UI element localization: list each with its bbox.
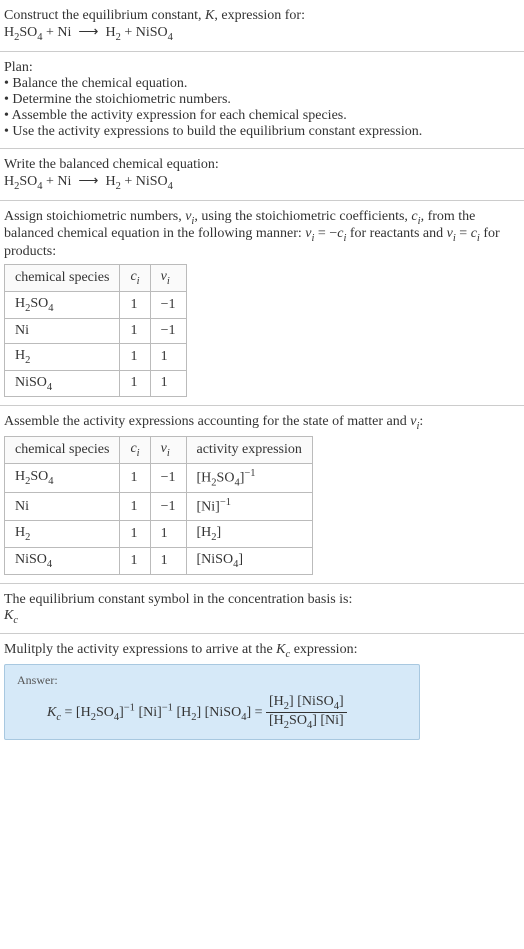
- cell-species: H2SO4: [5, 463, 120, 492]
- kc-symbol: Kc: [4, 608, 520, 626]
- col-nui: νi: [150, 265, 186, 292]
- intro-equation: H2SO4 + Ni ⟶ H2 + NiSO4: [4, 24, 520, 43]
- cell-species: H2: [5, 521, 120, 548]
- cell-c: 1: [120, 493, 150, 521]
- plan-bullet-4: • Use the activity expressions to build …: [4, 124, 520, 140]
- symbol-section: The equilibrium constant symbol in the c…: [0, 584, 524, 635]
- col-expr: activity expression: [186, 437, 312, 464]
- table-header-row: chemical species ci νi activity expressi…: [5, 437, 313, 464]
- cell-c: 1: [120, 463, 150, 492]
- multiply-line: Mulitply the activity expressions to arr…: [4, 642, 520, 660]
- cell-species: NiSO4: [5, 370, 120, 397]
- multiply-section: Mulitply the activity expressions to arr…: [0, 634, 524, 747]
- intro-line: Construct the equilibrium constant, K, e…: [4, 8, 520, 24]
- cell-expr: [H2SO4]−1: [186, 463, 312, 492]
- cell-nu: −1: [150, 318, 186, 343]
- activity-title: Assemble the activity expressions accoun…: [4, 414, 520, 432]
- cell-expr: [H2]: [186, 521, 312, 548]
- cell-c: 1: [120, 370, 150, 397]
- symbol-line: The equilibrium constant symbol in the c…: [4, 592, 520, 608]
- plan-bullet-1: • Balance the chemical equation.: [4, 76, 520, 92]
- intro-text-1: Construct the equilibrium constant,: [4, 8, 205, 23]
- col-ci: ci: [120, 437, 150, 464]
- plan-section: Plan: • Balance the chemical equation. •…: [0, 52, 524, 149]
- fraction-denominator: [H2SO4] [Ni]: [266, 713, 347, 731]
- balanced-equation: H2SO4 + Ni ⟶ H2 + NiSO4: [4, 173, 520, 192]
- plan-bullet-2: • Determine the stoichiometric numbers.: [4, 92, 520, 108]
- cell-nu: 1: [150, 521, 186, 548]
- table-row: H2 1 1: [5, 343, 187, 370]
- plan-bullet-3: • Assemble the activity expression for e…: [4, 108, 520, 124]
- table-row: Ni 1 −1 [Ni]−1: [5, 493, 313, 521]
- cell-c: 1: [120, 343, 150, 370]
- stoich-desc: Assign stoichiometric numbers, νi, using…: [4, 209, 520, 261]
- answer-label: Answer:: [17, 673, 407, 688]
- cell-nu: 1: [150, 370, 186, 397]
- table-row: H2SO4 1 −1: [5, 291, 187, 318]
- cell-nu: −1: [150, 463, 186, 492]
- col-species: chemical species: [5, 437, 120, 464]
- table-row: NiSO4 1 1 [NiSO4]: [5, 547, 313, 574]
- activity-section: Assemble the activity expressions accoun…: [0, 406, 524, 583]
- stoich-section: Assign stoichiometric numbers, νi, using…: [0, 201, 524, 407]
- cell-c: 1: [120, 521, 150, 548]
- fraction-numerator: [H2] [NiSO4]: [266, 694, 347, 713]
- table-header-row: chemical species ci νi: [5, 265, 187, 292]
- balanced-title: Write the balanced chemical equation:: [4, 157, 520, 173]
- cell-nu: 1: [150, 547, 186, 574]
- k-symbol: K: [205, 8, 214, 23]
- answer-box: Answer: Kc = [H2SO4]−1 [Ni]−1 [H2] [NiSO…: [4, 664, 420, 740]
- table-row: NiSO4 1 1: [5, 370, 187, 397]
- table-row: H2 1 1 [H2]: [5, 521, 313, 548]
- cell-c: 1: [120, 318, 150, 343]
- col-ci: ci: [120, 265, 150, 292]
- cell-nu: −1: [150, 493, 186, 521]
- col-species: chemical species: [5, 265, 120, 292]
- balanced-section: Write the balanced chemical equation: H2…: [0, 149, 524, 201]
- cell-species: NiSO4: [5, 547, 120, 574]
- cell-c: 1: [120, 291, 150, 318]
- col-nui: νi: [150, 437, 186, 464]
- answer-equation: Kc = [H2SO4]−1 [Ni]−1 [H2] [NiSO4] = [H2…: [17, 694, 407, 731]
- table-row: H2SO4 1 −1 [H2SO4]−1: [5, 463, 313, 492]
- table-row: Ni 1 −1: [5, 318, 187, 343]
- intro-text-2: , expression for:: [214, 8, 305, 23]
- plan-title: Plan:: [4, 60, 520, 76]
- cell-expr: [Ni]−1: [186, 493, 312, 521]
- activity-table: chemical species ci νi activity expressi…: [4, 436, 313, 575]
- cell-nu: −1: [150, 291, 186, 318]
- cell-species: H2SO4: [5, 291, 120, 318]
- cell-species: Ni: [5, 493, 120, 521]
- cell-species: H2: [5, 343, 120, 370]
- cell-c: 1: [120, 547, 150, 574]
- cell-species: Ni: [5, 318, 120, 343]
- fraction: [H2] [NiSO4] [H2SO4] [Ni]: [266, 694, 347, 731]
- intro-section: Construct the equilibrium constant, K, e…: [0, 0, 524, 52]
- stoich-table: chemical species ci νi H2SO4 1 −1 Ni 1 −…: [4, 264, 187, 397]
- cell-nu: 1: [150, 343, 186, 370]
- cell-expr: [NiSO4]: [186, 547, 312, 574]
